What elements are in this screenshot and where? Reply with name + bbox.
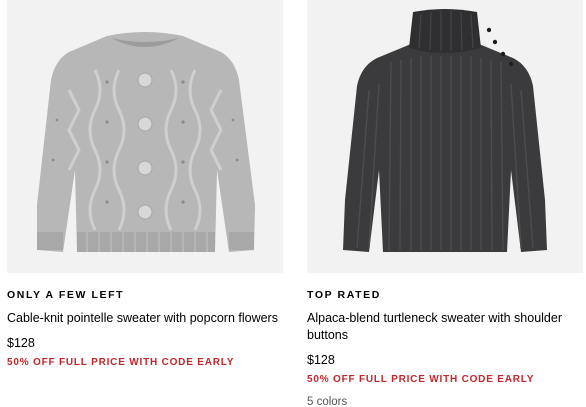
color-count-link[interactable]: 5 colors	[307, 395, 583, 407]
product-badge: ONLY A FEW LEFT	[7, 289, 125, 301]
promo-message: 50% OFF FULL PRICE WITH CODE EARLY	[307, 374, 535, 385]
promo-message: 50% OFF FULL PRICE WITH CODE EARLY	[7, 357, 235, 368]
product-image-link[interactable]	[7, 0, 283, 273]
product-card[interactable]: TOP RATED Alpaca-blend turtleneck sweate…	[307, 0, 583, 407]
sweater-image	[7, 0, 283, 273]
product-price: $128	[7, 336, 35, 350]
product-grid: ONLY A FEW LEFT Cable-knit pointelle swe…	[0, 0, 586, 407]
product-badge: TOP RATED	[307, 289, 381, 301]
turtleneck-image	[307, 0, 583, 273]
product-price: $128	[307, 353, 335, 367]
product-title-link[interactable]: Cable-knit pointelle sweater with popcor…	[7, 310, 279, 327]
product-card[interactable]: ONLY A FEW LEFT Cable-knit pointelle swe…	[7, 0, 283, 369]
product-image-link[interactable]	[307, 0, 583, 273]
product-title-link[interactable]: Alpaca-blend turtleneck sweater with sho…	[307, 310, 579, 344]
